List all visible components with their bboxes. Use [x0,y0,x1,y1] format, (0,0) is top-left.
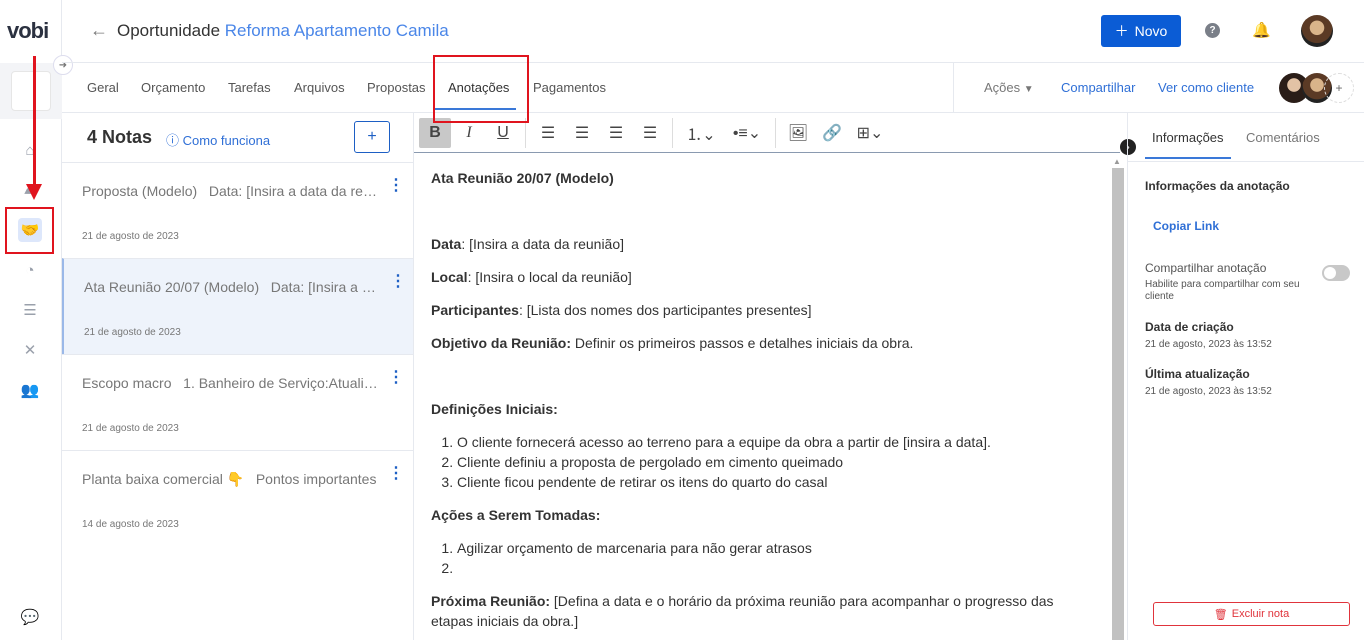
list-item[interactable]: Planta baixa comercial 👇 Pontos importan… [62,450,413,546]
trash-icon: 🗑 [1213,608,1228,621]
share-toggle[interactable] [1322,265,1350,281]
active-tab-indicator [434,108,516,110]
scroll-up-icon[interactable]: ▲ [1113,157,1121,166]
add-note-button[interactable]: + [354,121,390,153]
italic-icon[interactable]: I [453,118,485,148]
more-options-icon[interactable]: ⋮ [388,466,404,482]
annotation-arrow-head [26,184,42,200]
coins-icon[interactable]: ☰ [18,298,42,322]
copy-link-button[interactable]: Copiar Link [1153,219,1219,233]
handshake-icon[interactable]: 🤝 [18,218,42,242]
list-item[interactable]: Proposta (Modelo) Data: [Insira a data d… [62,162,413,258]
users-icon[interactable]: 👥 [18,378,42,402]
tab-pagamentos[interactable]: Pagamentos [533,80,606,95]
help-icon[interactable]: ? [1205,23,1220,38]
new-button[interactable]: ＋ Novo [1101,15,1181,47]
how-it-works-link[interactable]: ⓘ Como funciona [166,130,270,149]
more-options-icon[interactable]: ⋮ [388,370,404,386]
sidebar: vobi ⌂ ▰ 🤝 ◔ ☰ ✕ 👥 💬 [0,0,62,640]
compass-icon[interactable]: ◔ [18,258,42,282]
more-options-icon[interactable]: ⋮ [390,274,406,290]
annotation-arrow [33,56,36,186]
plus-icon: ＋ [1114,23,1129,39]
tab-informacoes[interactable]: Informações [1152,130,1224,145]
tab-comentarios[interactable]: Comentários [1246,130,1320,145]
link-icon[interactable]: 🔗 [816,118,848,148]
note-editor: B I U ☰ ☰ ☰ ☰ ⒈⌄ •≡⌄ 🖼 🔗 ⊞⌄ › ▲ Ata Reun… [414,113,1136,640]
share-label: Compartilhar anotação [1145,261,1267,275]
tools-icon[interactable]: ✕ [18,338,42,362]
divider [953,63,954,113]
delete-note-button[interactable]: 🗑 Excluir nota [1153,602,1350,626]
user-avatar[interactable] [1301,15,1333,47]
created-label: Data de criação [1145,320,1234,334]
tab-orcamento[interactable]: Orçamento [141,80,205,95]
underline-icon[interactable]: U [487,118,519,148]
logo: vobi [7,18,49,43]
tabs-bar: Geral Orçamento Tarefas Arquivos Propost… [62,63,1364,113]
list-item[interactable]: Ata Reunião 20/07 (Modelo) Data: [Insira… [62,258,413,354]
bell-icon[interactable]: 🔔 [1252,21,1271,39]
tab-geral[interactable]: Geral [87,80,119,95]
header: ← Oportunidade Reforma Apartamento Camil… [62,0,1364,63]
bullet-list-icon[interactable]: •≡⌄ [725,118,769,148]
tab-arquivos[interactable]: Arquivos [294,80,345,95]
editor-content[interactable]: Ata Reunião 20/07 (Modelo) Data: [Insira… [431,168,1111,644]
page-title: Oportunidade Reforma Apartamento Camila [117,21,449,40]
list-item[interactable]: Escopo macro 1. Banheiro de Serviço:Atua… [62,354,413,450]
project-thumbnail[interactable] [0,63,62,119]
align-left-icon[interactable]: ☰ [532,118,564,148]
editor-toolbar: B I U ☰ ☰ ☰ ☰ ⒈⌄ •≡⌄ 🖼 🔗 ⊞⌄ [414,113,1120,153]
image-icon[interactable]: 🖼 [782,118,814,148]
align-right-icon[interactable]: ☰ [600,118,632,148]
align-center-icon[interactable]: ☰ [566,118,598,148]
add-member-button[interactable]: + [1324,73,1354,103]
share-hint: Habilite para compartilhar com seu clien… [1145,279,1300,302]
home-icon[interactable]: ⌂ [18,138,42,162]
back-arrow-icon[interactable]: ← [90,20,108,41]
created-value: 21 de agosto, 2023 às 13:52 [1145,339,1272,350]
opportunity-name[interactable]: Reforma Apartamento Camila [225,21,449,40]
client-view-link[interactable]: Ver como cliente [1158,80,1254,95]
notes-count: 4 Notas [87,127,153,147]
info-panel: Informações Comentários Informações da a… [1127,113,1364,640]
scrollbar[interactable] [1112,168,1124,640]
align-justify-icon[interactable]: ☰ [634,118,666,148]
bold-icon[interactable]: B [419,117,451,148]
chat-icon[interactable]: 💬 [18,605,42,629]
share-link[interactable]: Compartilhar [1061,80,1135,95]
tab-propostas[interactable]: Propostas [367,80,426,95]
actions-dropdown[interactable]: Ações ▼ [984,80,1034,95]
help-circle-icon: ⓘ [166,133,180,148]
tab-anotacoes[interactable]: Anotações [448,80,509,95]
table-icon[interactable]: ⊞⌄ [850,118,890,148]
more-options-icon[interactable]: ⋮ [388,178,404,194]
notes-list: 4 Notas ⓘ Como funciona + Proposta (Mode… [62,113,414,640]
tab-tarefas[interactable]: Tarefas [228,80,271,95]
ordered-list-icon[interactable]: ⒈⌄ [679,118,723,148]
caret-down-icon: ▼ [1023,84,1034,95]
info-title: Informações da anotação [1145,179,1290,193]
updated-label: Última atualização [1145,367,1250,381]
updated-value: 21 de agosto, 2023 às 13:52 [1145,386,1272,397]
